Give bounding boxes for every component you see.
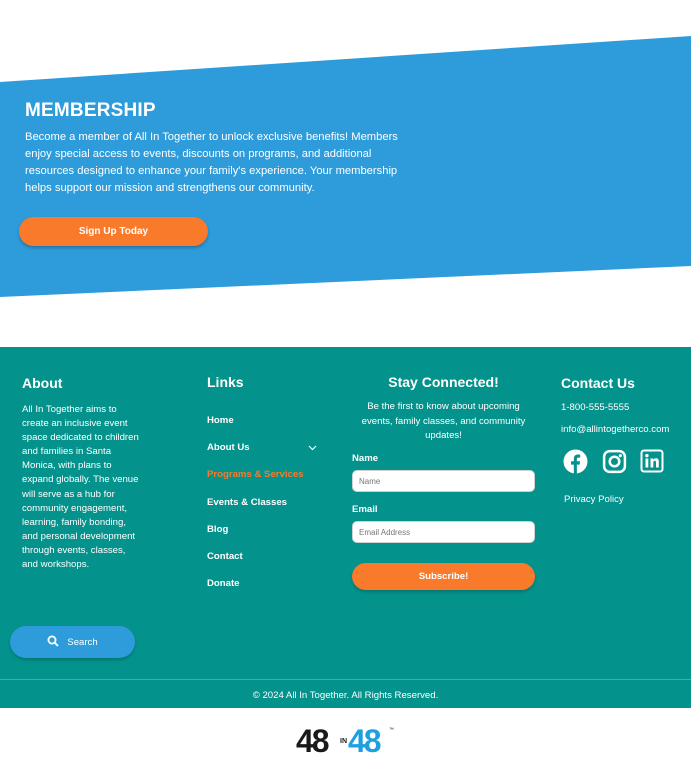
logo-middle-text: IN (340, 738, 347, 745)
footer-link-label: Home (207, 415, 234, 427)
contact-email[interactable]: info@allintogetherco.com (561, 424, 669, 435)
search-icon (47, 635, 59, 650)
footer-link-blog[interactable]: Blog (207, 516, 317, 543)
name-label: Name (352, 453, 379, 464)
search-label: Search (67, 636, 98, 648)
stay-connected-title: Stay Connected! (388, 374, 499, 390)
footer-link-about-us[interactable]: About Us (207, 434, 317, 461)
footer-link-label: Contact (207, 551, 243, 563)
sign-up-button[interactable]: Sign Up Today (19, 217, 208, 246)
membership-section: MEMBERSHIP Become a member of All In Tog… (0, 0, 691, 330)
footer-link-label: Blog (207, 523, 229, 535)
footer-link-label: About Us (207, 442, 250, 454)
footer-link-label: Donate (207, 578, 240, 590)
facebook-icon[interactable] (562, 448, 588, 474)
email-input[interactable] (352, 521, 535, 543)
about-title: About (22, 375, 63, 391)
page: MEMBERSHIP Become a member of All In Tog… (0, 0, 691, 757)
footer-link-events-classes[interactable]: Events & Classes (207, 489, 317, 516)
footer-link-label: Programs & Services (207, 469, 304, 481)
search-button[interactable]: Search (10, 626, 135, 658)
logo-trademark: ™ (389, 727, 394, 733)
subscribe-button[interactable]: Subscribe! (352, 563, 535, 590)
footer-link-donate[interactable]: Donate (207, 570, 317, 597)
membership-description: Become a member of All In Together to un… (25, 131, 398, 194)
chevron-down-icon[interactable] (307, 443, 317, 453)
links-title: Links (207, 374, 244, 390)
contact-title: Contact Us (561, 375, 635, 391)
footer-link-contact[interactable]: Contact (207, 543, 317, 570)
linkedin-icon[interactable] (639, 448, 665, 474)
footer-links: Home About Us Programs & Services Events… (207, 407, 317, 597)
footer-link-programs-services[interactable]: Programs & Services (207, 461, 317, 488)
about-text: All In Together aims to create an inclus… (22, 404, 139, 571)
48in48-logo[interactable]: 48 IN 48 ™ (296, 723, 396, 757)
privacy-policy-link[interactable]: Privacy Policy (564, 494, 624, 505)
site-footer: About All In Together aims to create an … (0, 347, 691, 708)
logo-left-number: 48 (296, 723, 329, 757)
footer-link-label: Events & Classes (207, 496, 287, 508)
stay-connected-description: Be the first to know about upcoming even… (361, 401, 526, 441)
membership-title: MEMBERSHIP (25, 100, 156, 121)
email-label: Email (352, 504, 378, 515)
instagram-icon[interactable] (601, 448, 627, 474)
copyright-text: © 2024 All In Together. All Rights Reser… (252, 690, 439, 701)
name-input[interactable] (352, 470, 535, 492)
contact-phone[interactable]: 1-800-555-5555 (561, 402, 629, 413)
logo-right-number: 48 (348, 723, 381, 757)
footer-divider (0, 679, 691, 680)
footer-link-home[interactable]: Home (207, 407, 317, 434)
